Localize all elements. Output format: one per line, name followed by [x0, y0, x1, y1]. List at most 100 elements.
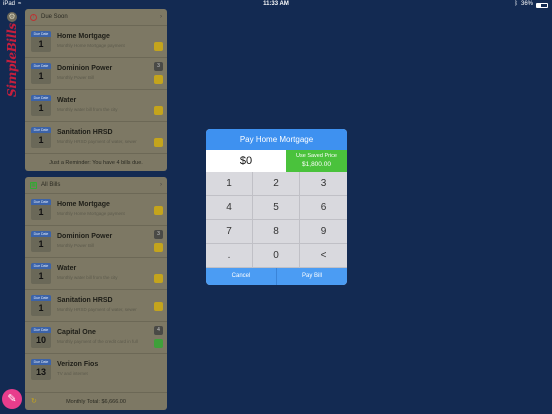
due-day: 13 [35, 367, 46, 377]
chevron-icon: › [160, 182, 162, 188]
due-date-box: Due Date 1 [31, 31, 51, 52]
bill-name: Water [57, 97, 77, 104]
cancel-button[interactable]: Cancel [206, 268, 277, 285]
saved-price-label: Use Saved Price [296, 153, 337, 159]
pay-tag-icon[interactable] [154, 243, 163, 252]
bill-description: Monthly Power Bill [57, 75, 95, 80]
bill-description: Monthly Power Bill [57, 243, 95, 248]
pencil-icon: ✎ [7, 393, 17, 405]
chevron-icon: › [160, 14, 162, 20]
bill-description: Monthly payment of the credit card in fu… [57, 339, 138, 344]
all-bills-title: All Bills [41, 182, 61, 188]
key-3[interactable]: 3 [300, 172, 347, 196]
due-day: 1 [38, 271, 44, 281]
battery-percent: 36% [520, 1, 533, 7]
status-time: 11:33 AM [263, 1, 289, 7]
bill-description: TV and internet [57, 371, 88, 376]
bill-description: Monthly Home Mortgage payment [57, 43, 125, 48]
due-day: 1 [38, 39, 44, 49]
bill-name: Dominion Power [57, 65, 113, 72]
due-day: 1 [38, 103, 44, 113]
amount-display: $0 [206, 150, 286, 172]
due-soon-panel: ! Due Soon › Due Date 1 Home Mortgage Mo… [25, 9, 167, 171]
bill-row[interactable]: Due Date 1 Sanitation HRSD Monthly HRSD … [25, 121, 167, 153]
bill-description: Monthly HRSD payment of water, sewer [57, 139, 137, 144]
pay-tag-icon[interactable] [154, 302, 163, 311]
due-date-box: Due Date 1 [31, 199, 51, 220]
all-bills-panel: ▦ All Bills › Due Date 1 Home Mortgage M… [25, 177, 167, 410]
bill-description: Monthly HRSD payment of water, sewer [57, 307, 137, 312]
bill-row[interactable]: Due Date 10 Capital One Monthly payment … [25, 321, 167, 353]
due-date-box: Due Date 1 [31, 295, 51, 316]
pay-bill-button[interactable]: Pay Bill [277, 268, 347, 285]
due-day: 1 [38, 71, 44, 81]
due-day: 1 [38, 303, 44, 313]
bill-name: Home Mortgage [57, 201, 110, 208]
key-7[interactable]: 7 [206, 220, 253, 244]
bill-row[interactable]: Due Date 1 Dominion Power Monthly Power … [25, 225, 167, 257]
due-date-box: Due Date 1 [31, 63, 51, 84]
key-8[interactable]: 8 [253, 220, 300, 244]
due-day: 10 [35, 335, 46, 345]
bill-row[interactable]: Due Date 1 Home Mortgage Monthly Home Mo… [25, 193, 167, 225]
bill-row[interactable]: Due Date 1 Home Mortgage Monthly Home Mo… [25, 25, 167, 57]
key-backspace[interactable]: < [300, 244, 347, 268]
settings-gear-icon[interactable]: ⚙ [7, 12, 17, 22]
pay-tag-icon[interactable] [154, 75, 163, 84]
bill-name: Sanitation HRSD [57, 297, 113, 304]
payment-count-badge: 3 [154, 230, 163, 239]
key-2[interactable]: 2 [253, 172, 300, 196]
key-4[interactable]: 4 [206, 196, 253, 220]
pay-bill-dialog: Pay Home Mortgage $0 Use Saved Price $1,… [206, 129, 347, 285]
due-date-box: Due Date 1 [31, 231, 51, 252]
payment-count-badge: 4 [154, 326, 163, 335]
battery-icon [536, 3, 548, 8]
refresh-icon[interactable]: ↻ [31, 398, 37, 406]
due-date-box: Due Date 1 [31, 127, 51, 148]
bill-row[interactable]: Due Date 1 Water Monthly water bill from… [25, 89, 167, 121]
due-day: 1 [38, 239, 44, 249]
saved-price-value: $1,800.00 [302, 161, 331, 168]
bill-row[interactable]: Due Date 13 Verizon Fios TV and internet [25, 353, 167, 385]
due-date-box: Due Date 1 [31, 263, 51, 284]
due-day: 1 [38, 207, 44, 217]
paid-tag-icon[interactable] [154, 339, 163, 348]
pay-tag-icon[interactable] [154, 206, 163, 215]
monthly-total: Monthly Total: $6,666.00 [66, 399, 126, 405]
due-day: 1 [38, 135, 44, 145]
due-date-box: Due Date 1 [31, 95, 51, 116]
bill-name: Water [57, 265, 77, 272]
bill-description: Monthly water bill from the city [57, 107, 118, 112]
key-decimal[interactable]: . [206, 244, 253, 268]
due-soon-header[interactable]: ! Due Soon › [25, 9, 167, 25]
status-bar: iPad ≈ 11:33 AM ᛒ 36% [0, 0, 552, 9]
number-keypad: 1 2 3 4 5 6 7 8 9 . 0 < [206, 172, 347, 268]
bill-row[interactable]: Due Date 1 Water Monthly water bill from… [25, 257, 167, 289]
use-saved-price-button[interactable]: Use Saved Price $1,800.00 [286, 150, 347, 172]
bill-name: Dominion Power [57, 233, 113, 240]
add-bill-button[interactable]: ✎ [2, 389, 22, 409]
bill-name: Home Mortgage [57, 33, 110, 40]
bill-row[interactable]: Due Date 1 Dominion Power Monthly Power … [25, 57, 167, 89]
due-soon-reminder: Just a Reminder: You have 4 bills due. [25, 153, 167, 171]
monthly-total-bar: ↻ Monthly Total: $6,666.00 [25, 392, 167, 410]
pay-tag-icon[interactable] [154, 42, 163, 51]
due-date-box: Due Date 10 [31, 327, 51, 348]
bill-name: Verizon Fios [57, 361, 99, 368]
key-1[interactable]: 1 [206, 172, 253, 196]
pay-tag-icon[interactable] [154, 274, 163, 283]
key-9[interactable]: 9 [300, 220, 347, 244]
bill-row[interactable]: Due Date 1 Sanitation HRSD Monthly HRSD … [25, 289, 167, 321]
key-6[interactable]: 6 [300, 196, 347, 220]
pay-tag-icon[interactable] [154, 106, 163, 115]
app-logo: SimpleBills [5, 23, 19, 97]
key-5[interactable]: 5 [253, 196, 300, 220]
pay-tag-icon[interactable] [154, 138, 163, 147]
bill-name: Capital One [57, 329, 96, 336]
bill-name: Sanitation HRSD [57, 129, 113, 136]
payment-count-badge: 3 [154, 62, 163, 71]
due-soon-title: Due Soon [41, 14, 68, 20]
calendar-icon: ▦ [30, 181, 37, 189]
key-0[interactable]: 0 [253, 244, 300, 268]
all-bills-header[interactable]: ▦ All Bills › [25, 177, 167, 193]
